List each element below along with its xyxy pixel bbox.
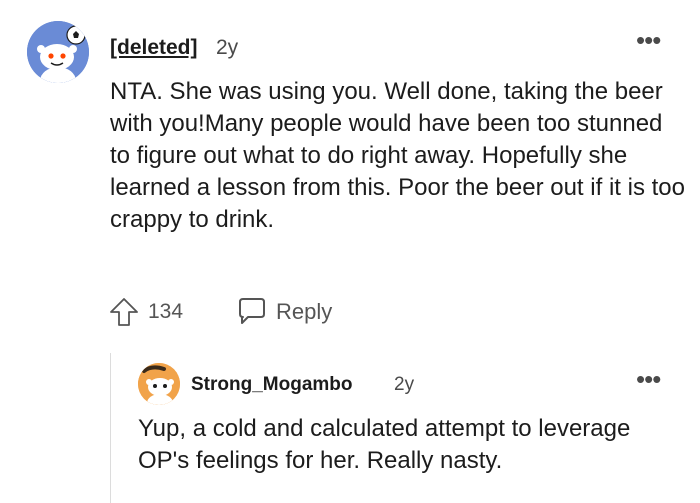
reply-more-options-button[interactable]: ••• [636,366,661,392]
reply-age: 2y [394,374,415,395]
reply-button[interactable]: Reply [276,299,332,325]
more-options-button[interactable]: ••• [636,27,661,53]
reply-username[interactable]: Strong_Mogambo [191,374,353,396]
snoo-avatar-icon [27,21,89,83]
reply-user-avatar[interactable] [138,363,180,405]
speech-bubble-icon[interactable] [236,296,268,326]
upvote-arrow-icon[interactable] [108,296,140,328]
reply-body: Yup, a cold and calculated attempt to le… [138,415,631,474]
snoo-avatar-icon [138,363,180,405]
thread-line [110,353,111,503]
vote-count: 134 [148,300,184,323]
user-avatar[interactable] [27,21,89,83]
comment-body: NTA. She was using you. Well done, takin… [110,78,685,233]
comment-age: 2y [216,36,239,59]
comment-username[interactable]: [deleted] [110,36,198,60]
